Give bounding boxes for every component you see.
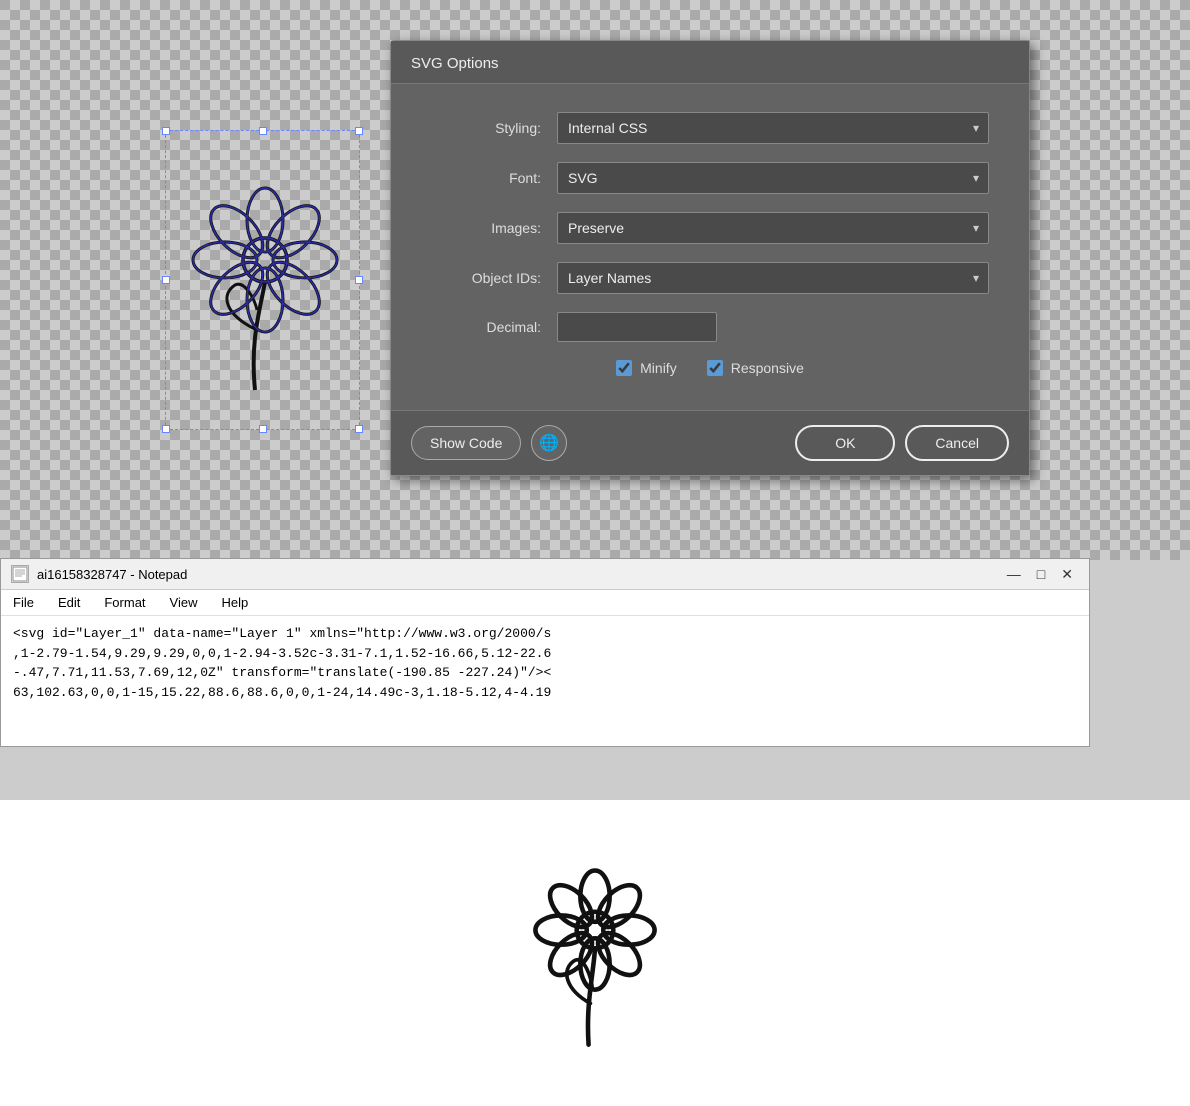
styling-select-wrapper: Internal CSS Inline Style Presentation A… (557, 112, 989, 144)
images-row: Images: Preserve Link Embed (431, 212, 989, 244)
images-select-wrapper: Preserve Link Embed (557, 212, 989, 244)
object-ids-row: Object IDs: Layer Names Minimal Unique I… (431, 262, 989, 294)
decimal-row: Decimal: 2 (431, 312, 989, 342)
responsive-label: Responsive (731, 360, 804, 376)
object-ids-select-wrapper: Layer Names Minimal Unique IDs (557, 262, 989, 294)
notepad-controls: — □ ✕ (1001, 566, 1079, 583)
object-ids-label: Object IDs: (431, 270, 541, 286)
notepad-window: ai16158328747 - Notepad — □ ✕ File Edit … (0, 558, 1090, 747)
styling-select[interactable]: Internal CSS Inline Style Presentation A… (557, 112, 989, 144)
notepad-content[interactable]: <svg id="Layer_1" data-name="Layer 1" xm… (1, 616, 1089, 746)
canvas-flower-area (165, 130, 360, 430)
font-select[interactable]: SVG Convert to Outline (557, 162, 989, 194)
notepad-minimize-button[interactable]: — (1001, 566, 1027, 582)
notepad-titlebar: ai16158328747 - Notepad — □ ✕ (1, 559, 1089, 590)
dialog-titlebar: SVG Options (391, 41, 1029, 84)
images-select[interactable]: Preserve Link Embed (557, 212, 989, 244)
globe-icon: 🌐 (539, 433, 559, 453)
object-ids-select[interactable]: Layer Names Minimal Unique IDs (557, 262, 989, 294)
decimal-input[interactable]: 2 (557, 312, 717, 342)
minify-checkbox-label[interactable]: Minify (616, 360, 677, 376)
font-select-wrapper: SVG Convert to Outline (557, 162, 989, 194)
responsive-checkbox-label[interactable]: Responsive (707, 360, 804, 376)
ok-button[interactable]: OK (795, 425, 895, 461)
minify-label: Minify (640, 360, 677, 376)
images-label: Images: (431, 220, 541, 236)
bottom-area (0, 800, 1190, 1106)
notepad-line-2: ,1-2.79-1.54,9.29,9.29,0,0,1-2.94-3.52c-… (13, 644, 1077, 664)
dialog-body: Styling: Internal CSS Inline Style Prese… (391, 84, 1029, 410)
notepad-maximize-button[interactable]: □ (1031, 566, 1051, 582)
notepad-help-menu[interactable]: Help (217, 593, 252, 612)
font-row: Font: SVG Convert to Outline (431, 162, 989, 194)
notepad-format-menu[interactable]: Format (100, 593, 149, 612)
dialog-title: SVG Options (411, 55, 499, 72)
decimal-label: Decimal: (431, 319, 541, 335)
cancel-button[interactable]: Cancel (905, 425, 1009, 461)
canvas-flower-svg (165, 130, 360, 430)
notepad-line-4: 63,102.63,0,0,1-15,15.22,88.6,88.6,0,0,1… (13, 683, 1077, 703)
styling-row: Styling: Internal CSS Inline Style Prese… (431, 112, 989, 144)
styling-label: Styling: (431, 120, 541, 136)
notepad-edit-menu[interactable]: Edit (54, 593, 84, 612)
notepad-file-menu[interactable]: File (9, 593, 38, 612)
notepad-title: ai16158328747 - Notepad (37, 567, 993, 582)
notepad-close-button[interactable]: ✕ (1055, 566, 1079, 583)
globe-button[interactable]: 🌐 (531, 425, 567, 461)
responsive-checkbox[interactable] (707, 360, 723, 376)
notepad-menubar: File Edit Format View Help (1, 590, 1089, 616)
notepad-line-3: -.47,7.71,11.53,7.69,12,0Z" transform="t… (13, 663, 1077, 683)
bottom-flower-svg (505, 843, 685, 1063)
dialog-footer: Show Code 🌐 OK Cancel (391, 410, 1029, 475)
minify-checkbox[interactable] (616, 360, 632, 376)
notepad-line-1: <svg id="Layer_1" data-name="Layer 1" xm… (13, 624, 1077, 644)
font-label: Font: (431, 170, 541, 186)
notepad-icon (11, 565, 29, 583)
show-code-button[interactable]: Show Code (411, 426, 521, 460)
checkboxes-row: Minify Responsive (431, 360, 989, 376)
notepad-view-menu[interactable]: View (166, 593, 202, 612)
svg-options-dialog: SVG Options Styling: Internal CSS Inline… (390, 40, 1030, 476)
